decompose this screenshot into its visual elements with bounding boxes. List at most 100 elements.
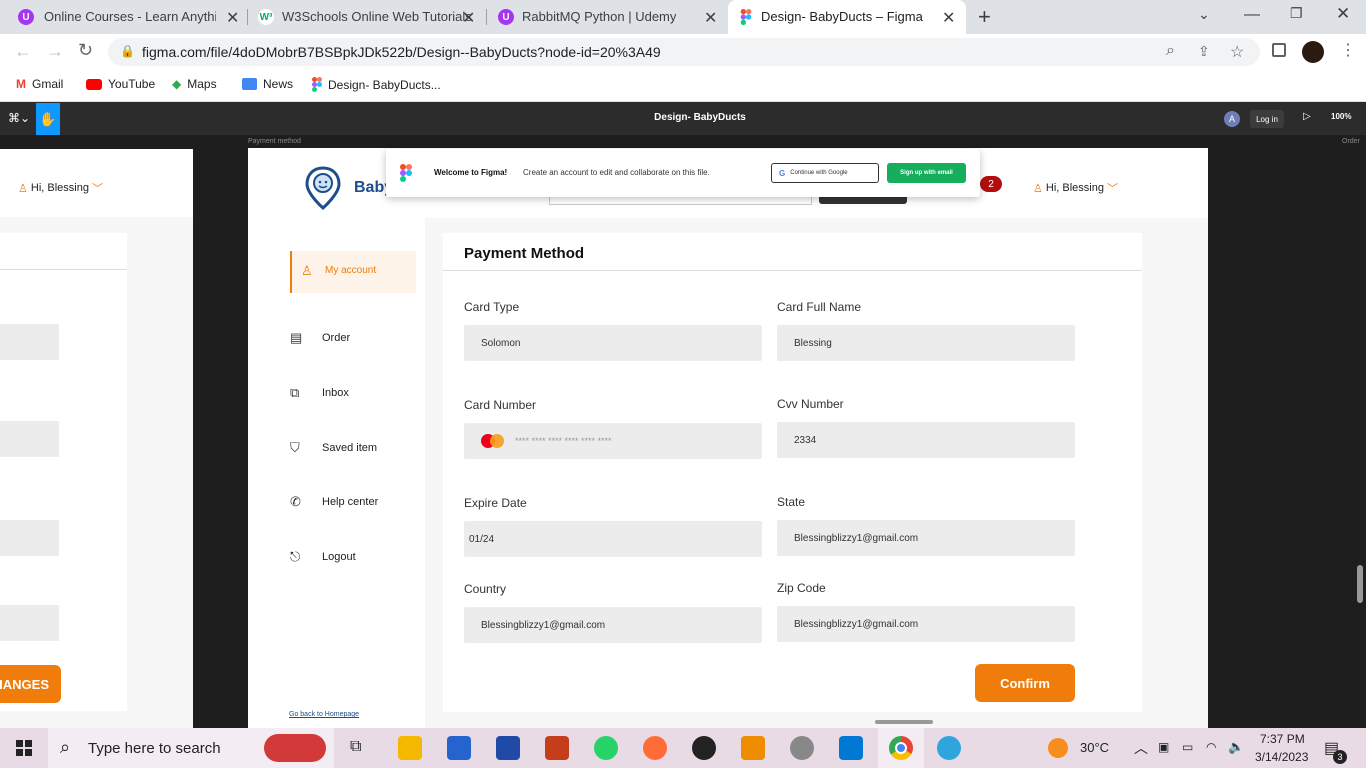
address-bar[interactable]: 🔒 figma.com/file/4doDMobrB7BSBpkJDk522b/… — [108, 38, 1260, 66]
tab-0[interactable]: U Online Courses - Learn Anything ✕ — [0, 0, 250, 34]
card-type-field[interactable]: Solomon — [464, 325, 762, 361]
zip-field[interactable]: Blessingblizzy1@gmail.com — [777, 606, 1075, 642]
weather-temp[interactable]: 30°C — [1080, 740, 1109, 755]
forward-icon[interactable]: → — [46, 41, 64, 62]
restore-icon[interactable]: ❐ — [1290, 5, 1303, 22]
close-window-icon[interactable]: ✕ — [1336, 4, 1350, 24]
login-button[interactable]: Log in — [1250, 110, 1284, 128]
clock-time[interactable]: 7:37 PM — [1260, 732, 1305, 746]
youtube-icon — [86, 78, 102, 90]
back-icon[interactable]: ← — [14, 41, 32, 62]
save-changes-button[interactable]: HANGES — [0, 665, 61, 703]
frame-label[interactable]: Payment method — [248, 138, 301, 145]
back-to-homepage-link[interactable]: Go back to Homepage — [289, 711, 359, 718]
confirm-button[interactable]: Confirm — [975, 664, 1075, 702]
present-icon[interactable]: ▷ — [1303, 111, 1311, 122]
meet-icon[interactable]: ▣ — [1158, 740, 1169, 754]
close-icon[interactable]: ✕ — [226, 8, 239, 28]
volume-icon[interactable]: 🔈 — [1228, 739, 1244, 755]
postman-icon[interactable] — [643, 736, 667, 760]
input-field[interactable] — [0, 421, 59, 457]
app-icon[interactable] — [496, 736, 520, 760]
cvv-field[interactable]: 2334 — [777, 422, 1075, 458]
input-field[interactable] — [0, 605, 59, 641]
horizontal-scrollbar[interactable] — [875, 720, 933, 724]
figma-icon — [312, 77, 322, 92]
clock-date[interactable]: 3/14/2023 — [1255, 750, 1308, 764]
chevron-down-icon[interactable]: ⌄ — [1198, 6, 1210, 23]
input-field[interactable] — [0, 520, 59, 556]
tab-3-active[interactable]: Design- BabyDucts – Figma ✕ — [728, 0, 966, 34]
powerpoint-icon[interactable] — [545, 736, 569, 760]
tab-1[interactable]: W³ W3Schools Online Web Tutorials ✕ — [250, 0, 486, 34]
sidebar-item-logout[interactable]: ⎋ Logout — [290, 549, 356, 565]
zoom-level[interactable]: 100% — [1331, 112, 1351, 121]
share-icon[interactable]: ⇪ — [1198, 43, 1210, 60]
card-number-field[interactable]: **** **** **** **** **** **** — [464, 423, 762, 459]
search-button[interactable] — [819, 196, 907, 204]
star-icon[interactable]: ☆ — [1230, 42, 1244, 62]
vscode-icon[interactable] — [839, 736, 863, 760]
profile-avatar[interactable] — [1302, 41, 1324, 63]
taskbar-search[interactable]: ⌕ Type here to search — [48, 728, 334, 768]
bookmark-figma[interactable]: Design- BabyDucts... — [312, 77, 441, 92]
sidebar-item-saved[interactable]: ⛉ Saved item — [290, 440, 377, 456]
bookmark-gmail[interactable]: M Gmail — [16, 77, 63, 91]
user-greeting[interactable]: ♙ Hi, Blessing ﹀ — [18, 180, 103, 196]
wifi-icon[interactable]: ◠ — [1206, 740, 1216, 754]
tab-2[interactable]: U RabbitMQ Python | Udemy ✕ — [486, 0, 726, 34]
file-explorer-icon[interactable] — [398, 736, 422, 760]
sidebar-item-my-account[interactable]: ♙ My account — [290, 251, 416, 293]
card-name-field[interactable]: Blessing — [777, 325, 1075, 361]
frame-label-right[interactable]: Order — [1342, 138, 1360, 145]
side-panel-icon[interactable] — [1272, 43, 1286, 57]
battery-icon[interactable]: ▭ — [1182, 740, 1193, 754]
chevron-down-icon: ﹀ — [1106, 183, 1118, 195]
media-icon[interactable] — [790, 736, 814, 760]
close-icon[interactable]: ✕ — [462, 8, 475, 28]
minimize-icon[interactable]: — — [1244, 6, 1260, 24]
tab-bar: U Online Courses - Learn Anything ✕ W³ W… — [0, 0, 1366, 34]
state-field[interactable]: Blessingblizzy1@gmail.com — [777, 520, 1075, 556]
user-greeting[interactable]: ♙ Hi, Blessing ﹀ — [1033, 180, 1118, 196]
store-icon[interactable] — [447, 736, 471, 760]
tab-title: Design- BabyDucts – Figma — [761, 9, 923, 24]
new-tab-button[interactable]: + — [978, 4, 991, 30]
edge-like-icon[interactable] — [937, 736, 961, 760]
figma-menu-icon[interactable]: ⌘⌄ — [8, 111, 30, 125]
vlc-icon[interactable] — [741, 736, 765, 760]
expire-label: Expire Date — [464, 496, 527, 510]
sign-up-email-button[interactable]: Sign up with email — [887, 163, 966, 183]
card-number-label: Card Number — [464, 398, 537, 412]
continue-with-google-button[interactable]: G Continue with Google — [771, 163, 879, 183]
chrome-taskbar-active[interactable] — [878, 728, 924, 768]
vertical-scrollbar[interactable] — [1357, 565, 1363, 603]
bookmark-news[interactable]: News — [242, 77, 293, 91]
navigation-bar: ← → ↻ 🔒 figma.com/file/4doDMobrB7BSBpkJD… — [0, 34, 1366, 70]
windows-start-icon[interactable] — [16, 740, 32, 756]
google-icon: G — [779, 168, 786, 178]
close-icon[interactable]: ✕ — [704, 8, 717, 28]
whatsapp-icon[interactable] — [594, 736, 618, 760]
close-icon[interactable]: ✕ — [942, 8, 955, 28]
bookmark-youtube[interactable]: YouTube — [86, 77, 155, 91]
sidebar-item-inbox[interactable]: ⧉ Inbox — [290, 385, 349, 401]
task-view-icon[interactable]: ⧉ — [350, 738, 361, 756]
reload-icon[interactable]: ↻ — [78, 40, 93, 61]
bookmark-maps[interactable]: ◆ Maps — [172, 77, 217, 91]
hand-tool-icon[interactable]: ✋ — [36, 103, 60, 135]
menu-icon[interactable]: ⋮ — [1340, 40, 1356, 60]
url-text[interactable]: figma.com/file/4doDMobrB7BSBpkJDk522b/De… — [142, 44, 661, 60]
search-input[interactable] — [549, 196, 812, 205]
news-icon — [242, 78, 257, 90]
expire-field[interactable]: 01/24 — [464, 521, 762, 557]
sidebar-item-order[interactable]: ▤ Order — [290, 330, 350, 346]
obs-icon[interactable] — [692, 736, 716, 760]
sidebar-item-help[interactable]: ✆ Help center — [290, 494, 378, 510]
chevron-up-icon[interactable]: ︿ — [1134, 738, 1148, 758]
zoom-icon[interactable]: ⌕ — [1166, 42, 1175, 60]
avatar[interactable]: A — [1224, 111, 1240, 127]
input-field[interactable] — [0, 324, 59, 360]
country-field[interactable]: Blessingblizzy1@gmail.com — [464, 607, 762, 643]
bookmarks-bar: M Gmail YouTube ◆ Maps News Design- BabyDu… — [0, 70, 1366, 102]
